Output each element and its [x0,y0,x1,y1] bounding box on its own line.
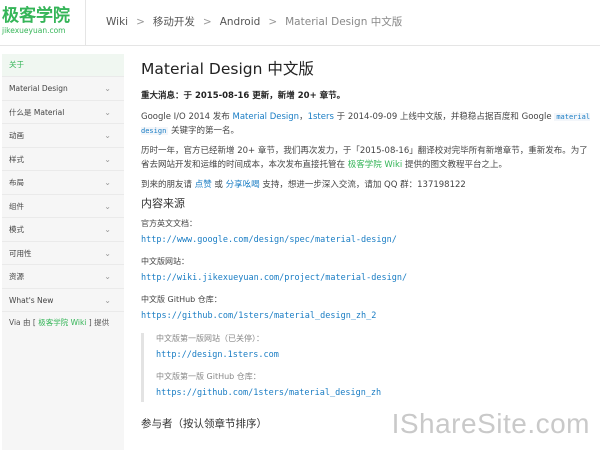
sidebar-item-label: 关于 [9,60,24,69]
breadcrumb-mobile-dev[interactable]: 移动开发 [153,16,195,28]
sidebar-item-usability[interactable]: 可用性 ⌄ [2,240,124,265]
chevron-down-icon: ⌄ [104,178,111,187]
jikexueyuan-wiki-link[interactable]: 极客学院 Wiki [38,318,86,327]
sidebar-item-patterns[interactable]: 模式 ⌄ [2,217,124,241]
page-title: Material Design 中文版 [141,60,314,78]
jikexueyuan-wiki-inline-link[interactable]: 极客学院 Wiki [348,160,403,170]
sidebar-item-label: 模式 [9,225,24,234]
watermark-text: IShareSite.com [391,408,590,439]
main-content: Material Design 中文版 重大消息：于 2015-08-16 更新… [141,54,591,431]
sidebar-item-label: 动画 [9,131,24,140]
sidebar-item-label: 组件 [9,201,24,211]
breadcrumb-separator: > [202,16,212,28]
text: ， [299,112,308,122]
logo-text-en: jikexueyuan.com [2,26,66,35]
top-bar: 极客学院 jikexueyuan.com Wiki > 移动开发 > Android > M… [0,0,600,46]
sidebar-item-about[interactable]: 关于 [2,54,124,76]
breadcrumb: Wiki > 移动开发 > Android > Material Design 中文版 [106,14,402,29]
old-github-link[interactable]: https://github.com/1sters/material_desig… [156,386,591,400]
text: 或 [211,180,226,190]
sidebar-item-whats-new[interactable]: What's New ⌄ [2,287,124,312]
chevron-down-icon: ⌄ [104,201,111,211]
breadcrumb-wiki[interactable]: Wiki [106,16,128,28]
header-divider [85,0,86,46]
sidebar-item-animation[interactable]: 动画 ⌄ [2,123,124,147]
text: 于 2014-09-09 上线中文版，并稳稳占据百度和 Google [333,112,555,122]
old-source-label: 中文版第一版 GitHub 仓库： [156,372,261,381]
chevron-down-icon: ⌄ [104,295,111,305]
sidebar-item-label: What's New [9,295,54,305]
like-link[interactable]: 点赞 [195,180,212,190]
sidebar-item-label: 资源 [9,272,24,281]
intro-paragraph: Google I/O 2014 发布 Material Design，1ster… [141,110,591,138]
old-site-link[interactable]: http://design.1sters.com [156,348,591,362]
sidebar-item-what-is-material[interactable]: 什么是 Material ⌄ [2,99,124,124]
official-docs-link[interactable]: http://www.google.com/design/spec/materi… [141,233,591,247]
chinese-site-link[interactable]: http://wiki.jikexueyuan.com/project/mate… [141,271,591,285]
breadcrumb-current: Material Design 中文版 [285,16,403,28]
breadcrumb-separator: > [136,16,145,28]
text: 关键字的第一名。 [168,126,239,136]
sidebar-item-components[interactable]: 组件 ⌄ [2,193,124,218]
old-source-label: 中文版第一版网站（已关停）： [156,334,264,343]
text: 提供的图文教程平台之上。 [402,160,508,170]
chevron-down-icon: ⌄ [104,272,111,281]
breadcrumb-separator: > [268,16,278,28]
logo-text-cn: 极客学院 [2,6,70,26]
sidebar-item-label: 布局 [9,178,24,187]
source-label: 官方英文文档： [141,219,197,228]
text: 到来的朋友请 [141,180,195,190]
sidebar-item-layout[interactable]: 布局 ⌄ [2,170,124,194]
sidebar-footer-prefix: Via 由 [ [9,318,39,327]
old-sources-quote: 中文版第一版网站（已关停）： http://design.1sters.com … [141,333,591,402]
update-notice: 重大消息：于 2015-08-16 更新，新增 20+ 章节。 [141,91,346,101]
github-repo-link[interactable]: https://github.com/1sters/material_desig… [141,309,591,323]
sidebar-item-material-design[interactable]: Material Design ⌄ [2,76,124,100]
sidebar-footer: Via 由 [ 极客学院 Wiki ] 提供 [2,311,124,334]
text: 支持，想进一步深入交流，请加 QQ 群：137198122 [259,180,466,190]
sources-heading: 内容来源 [141,197,185,210]
sidebar-item-style[interactable]: 样式 ⌄ [2,146,124,171]
sidebar-item-label: 可用性 [9,248,32,258]
sidebar-item-label: Material Design [9,84,68,93]
source-label: 中文版网站： [141,257,189,266]
site-logo[interactable]: 极客学院 jikexueyuan.com [2,6,72,36]
sidebar-item-resources[interactable]: 资源 ⌄ [2,264,124,288]
history-paragraph: 历时一年，官方已经新增 20+ 章节，我们再次发力，于「2015-08-16」翻… [141,144,591,172]
share-link[interactable]: 分享吆喝 [226,180,260,190]
chevron-down-icon: ⌄ [104,131,111,140]
breadcrumb-android[interactable]: Android [220,16,261,28]
sidebar-item-label: 什么是 Material [9,107,65,117]
1sters-link[interactable]: 1sters [308,112,334,122]
sidebar-nav: 关于 Material Design ⌄ 什么是 Material ⌄ 动画 ⌄ 样式… [2,54,124,450]
chevron-down-icon: ⌄ [104,84,111,93]
support-paragraph: 到来的朋友请 点赞 或 分享吆喝 支持，想进一步深入交流，请加 QQ 群：137… [141,178,591,192]
text: Google I/O 2014 发布 [141,112,233,122]
sidebar-footer-suffix: ] 提供 [86,318,110,327]
chevron-down-icon: ⌄ [104,107,111,117]
chevron-down-icon: ⌄ [104,225,111,234]
chevron-down-icon: ⌄ [104,248,111,258]
source-label: 中文版 GitHub 仓库： [141,295,222,304]
chevron-down-icon: ⌄ [104,154,111,164]
sidebar-item-label: 样式 [9,154,24,164]
material-design-link[interactable]: Material Design [232,112,299,122]
